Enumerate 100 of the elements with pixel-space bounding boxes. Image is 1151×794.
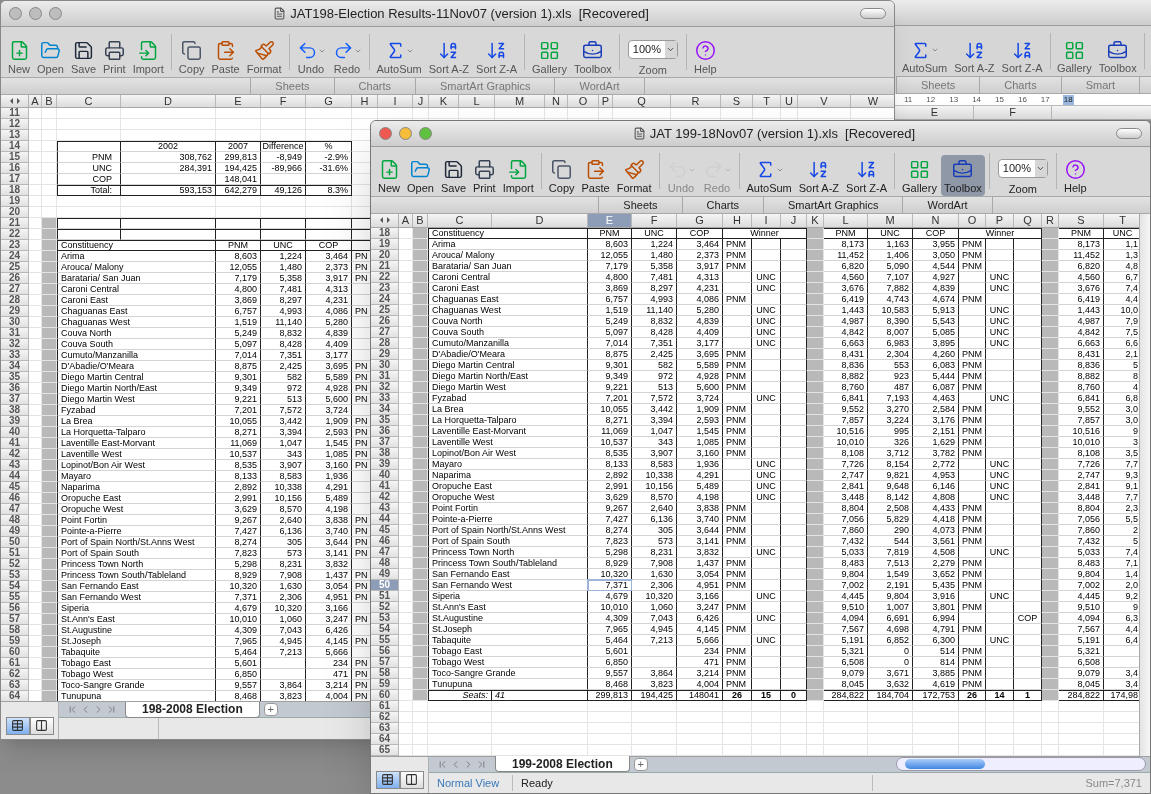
autosum-button[interactable]: AutoSum xyxy=(743,154,795,196)
close-button[interactable] xyxy=(379,126,392,140)
column-header[interactable]: F xyxy=(632,213,677,227)
row-header[interactable]: 17 xyxy=(1,173,29,185)
column-header[interactable]: J xyxy=(781,213,807,227)
row-header[interactable]: 36 xyxy=(371,425,399,437)
sheet-tab[interactable]: 198-2008 Election xyxy=(125,701,260,718)
help-button[interactable]: Help xyxy=(690,35,720,77)
ribbon-tab[interactable]: Smart xyxy=(1061,77,1140,93)
row-header[interactable]: 63 xyxy=(371,722,399,734)
save-button[interactable]: Save xyxy=(437,154,469,196)
row-header[interactable]: 41 xyxy=(371,480,399,492)
row-header[interactable]: 54 xyxy=(371,623,399,635)
row-header[interactable]: 38 xyxy=(371,447,399,459)
row-header[interactable]: 26 xyxy=(371,315,399,327)
autosum-button[interactable]: AutoSum xyxy=(373,35,425,77)
column-header[interactable]: K xyxy=(807,213,824,227)
normal-view-button[interactable] xyxy=(5,716,30,735)
sort-za-button[interactable]: Sort Z-A xyxy=(843,154,891,196)
row-header[interactable]: 35 xyxy=(371,414,399,426)
row-header[interactable]: 42 xyxy=(371,491,399,503)
sort-az-button[interactable]: Sort A-Z xyxy=(795,154,843,196)
row-header[interactable]: 55 xyxy=(371,634,399,646)
row-header[interactable]: 31 xyxy=(371,370,399,382)
minimize-button[interactable] xyxy=(399,126,412,140)
row-header[interactable]: 30 xyxy=(371,359,399,371)
minimize-button[interactable] xyxy=(29,6,42,20)
row-header[interactable]: 19 xyxy=(1,195,29,207)
page-layout-view-button[interactable] xyxy=(29,716,54,735)
row-header[interactable]: 45 xyxy=(371,524,399,536)
row-header[interactable]: 64 xyxy=(371,733,399,745)
column-header[interactable]: G xyxy=(677,213,723,227)
ribbon-tab[interactable]: Charts xyxy=(980,77,1062,93)
toolbox-button[interactable]: Toolbox xyxy=(1095,35,1140,76)
column-header[interactable]: O xyxy=(959,213,986,227)
column-header[interactable]: S xyxy=(1059,213,1104,227)
copy-button[interactable]: Copy xyxy=(545,154,578,196)
paste-button[interactable]: Paste xyxy=(578,154,613,196)
row-header[interactable]: 12 xyxy=(1,118,29,130)
save-button[interactable]: Save xyxy=(67,35,99,77)
row-header[interactable]: 31 xyxy=(1,327,29,339)
zoom-field[interactable]: 100% xyxy=(627,39,678,59)
column-header[interactable]: B xyxy=(42,94,57,107)
row-header[interactable]: 26 xyxy=(1,272,29,284)
row-header[interactable]: 20 xyxy=(371,249,399,261)
column-header[interactable]: F xyxy=(261,94,306,107)
row-header[interactable]: 24 xyxy=(1,250,29,262)
row-header[interactable]: 45 xyxy=(1,481,29,493)
new-button[interactable]: New xyxy=(375,154,403,196)
row-header[interactable]: 20 xyxy=(1,206,29,218)
sort-az-button[interactable]: Sort A-Z xyxy=(425,35,473,77)
row-header[interactable]: 61 xyxy=(1,657,29,669)
row-header[interactable]: 27 xyxy=(1,283,29,295)
row-header[interactable]: 41 xyxy=(1,437,29,449)
row-header[interactable]: 33 xyxy=(1,349,29,361)
zoom-field[interactable]: 100% xyxy=(997,158,1048,178)
column-header[interactable]: F xyxy=(974,106,1052,119)
row-header[interactable]: 21 xyxy=(371,260,399,272)
column-header[interactable]: I xyxy=(378,94,413,107)
row-header[interactable]: 22 xyxy=(1,228,29,240)
column-header[interactable]: Q xyxy=(1014,213,1042,227)
row-header[interactable]: 34 xyxy=(1,360,29,372)
row-header[interactable]: 47 xyxy=(371,546,399,558)
maximize-button[interactable] xyxy=(49,6,62,20)
column-header[interactable]: M xyxy=(868,213,913,227)
first-sheet-icon[interactable] xyxy=(437,758,448,770)
sheet-tab[interactable]: 199-2008 Election xyxy=(495,756,630,773)
sort-az-button[interactable]: Sort A-Z xyxy=(951,35,998,76)
vertical-scrollbar[interactable] xyxy=(1139,213,1150,756)
new-button[interactable]: New xyxy=(5,35,33,77)
column-header[interactable]: E xyxy=(896,106,974,119)
row-header[interactable]: 52 xyxy=(371,601,399,613)
row-header[interactable]: 38 xyxy=(1,404,29,416)
column-header[interactable]: C xyxy=(428,213,492,227)
row-header[interactable]: 48 xyxy=(371,557,399,569)
row-header[interactable]: 47 xyxy=(1,503,29,515)
row-header[interactable]: 39 xyxy=(371,458,399,470)
row-header[interactable]: 23 xyxy=(371,282,399,294)
ribbon-tab[interactable]: Charts xyxy=(682,196,764,213)
row-header[interactable]: 65 xyxy=(371,744,399,756)
close-button[interactable] xyxy=(9,6,22,20)
print-button[interactable]: Print xyxy=(470,154,499,196)
column-header[interactable]: C xyxy=(57,94,121,107)
gallery-button[interactable]: Gallery xyxy=(899,154,940,196)
gallery-button[interactable]: Gallery xyxy=(529,35,570,77)
row-header[interactable]: 39 xyxy=(1,415,29,427)
row-header[interactable]: 44 xyxy=(1,470,29,482)
import-button[interactable]: Import xyxy=(499,154,537,196)
row-header[interactable]: 40 xyxy=(371,469,399,481)
row-header[interactable]: 25 xyxy=(1,261,29,273)
row-header[interactable]: 56 xyxy=(1,602,29,614)
row-header[interactable]: 55 xyxy=(1,591,29,603)
row-header[interactable]: 42 xyxy=(1,448,29,460)
row-header[interactable]: 43 xyxy=(371,502,399,514)
column-header[interactable]: E xyxy=(216,94,261,107)
column-header[interactable]: U xyxy=(781,94,798,107)
row-header[interactable]: 16 xyxy=(1,162,29,174)
row-header[interactable]: 28 xyxy=(371,337,399,349)
row-header[interactable]: 33 xyxy=(371,392,399,404)
column-header[interactable]: N xyxy=(545,94,568,107)
